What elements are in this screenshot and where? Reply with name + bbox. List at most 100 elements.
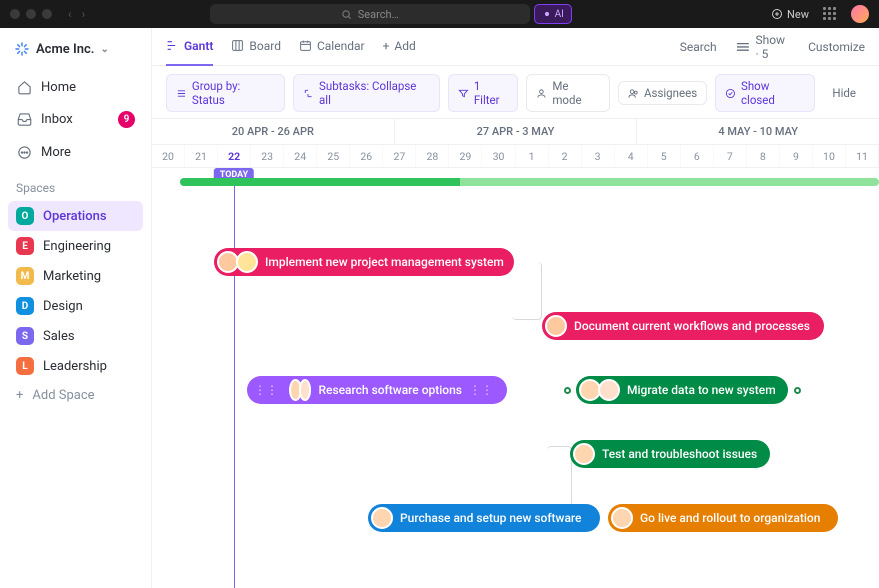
day-cell[interactable]: 3: [582, 145, 615, 167]
space-operations[interactable]: O Operations: [8, 201, 143, 231]
day-cell[interactable]: 29: [449, 145, 482, 167]
avatar-icon: [545, 315, 567, 337]
tab-board[interactable]: Board: [231, 28, 281, 66]
sidebar: Acme Inc. ⌄ Home Inbox 9 More Spaces O O…: [0, 28, 152, 588]
day-cell[interactable]: 26: [350, 145, 383, 167]
avatar-icon: [573, 443, 595, 465]
filter-icon: [458, 88, 469, 99]
dependency-dot[interactable]: [564, 387, 571, 394]
global-search[interactable]: Search… AI: [210, 4, 530, 24]
add-space-button[interactable]: + Add Space: [8, 381, 143, 410]
check-circle-icon: [725, 88, 736, 99]
space-engineering[interactable]: E Engineering: [8, 231, 143, 261]
new-button[interactable]: New: [771, 8, 809, 21]
task-bar-document[interactable]: Document current workflows and processes: [542, 312, 824, 340]
subtask-icon: [303, 88, 314, 99]
people-icon: [628, 88, 639, 99]
main-area: Gantt Board Calendar + Add Search Show: [152, 28, 879, 588]
space-sales[interactable]: S Sales: [8, 321, 143, 351]
day-cell[interactable]: 2: [549, 145, 582, 167]
day-cell[interactable]: 27: [383, 145, 416, 167]
day-cell[interactable]: 24: [284, 145, 317, 167]
tab-calendar[interactable]: Calendar: [299, 28, 365, 66]
spaces-label: Spaces: [16, 181, 135, 195]
window-controls[interactable]: [10, 9, 52, 19]
task-bar-purchase[interactable]: Purchase and setup new software: [368, 504, 600, 532]
day-cell[interactable]: 8: [747, 145, 780, 167]
space-icon: S: [16, 327, 34, 345]
summary-bar[interactable]: [180, 178, 879, 186]
workspace-logo-icon: [14, 41, 30, 57]
ai-button[interactable]: AI: [534, 4, 572, 24]
show-closed-pill[interactable]: Show closed: [715, 74, 815, 112]
search-placeholder: Search…: [358, 8, 399, 21]
user-avatar[interactable]: [851, 5, 869, 23]
tab-gantt[interactable]: Gantt: [166, 28, 213, 66]
space-leadership[interactable]: L Leadership: [8, 351, 143, 381]
dependency-line: [547, 446, 572, 506]
dependency-line: [512, 262, 542, 320]
task-bar-golive[interactable]: Go live and rollout to organization: [608, 504, 838, 532]
day-cell[interactable]: 28: [416, 145, 449, 167]
day-cell[interactable]: 10: [813, 145, 846, 167]
week-header: 27 APR - 3 MAY: [394, 119, 637, 144]
drag-handle-icon[interactable]: ⋮⋮: [254, 383, 278, 397]
space-marketing[interactable]: M Marketing: [8, 261, 143, 291]
day-headers: 20212223242526272829301234567891011: [152, 144, 879, 168]
plus-icon: +: [383, 39, 390, 53]
dependency-dot[interactable]: [794, 387, 801, 394]
task-bar-implement[interactable]: Implement new project management system: [214, 248, 514, 276]
group-by-pill[interactable]: Group by: Status: [166, 74, 285, 112]
day-cell[interactable]: 9: [780, 145, 813, 167]
add-view-button[interactable]: + Add: [383, 28, 416, 66]
sparkle-icon: [542, 9, 552, 19]
plus-icon: +: [16, 388, 23, 403]
day-cell[interactable]: 7: [714, 145, 747, 167]
day-cell[interactable]: 20: [152, 145, 185, 167]
day-cell[interactable]: 25: [317, 145, 350, 167]
week-header: 4 MAY - 10 MAY: [636, 119, 879, 144]
avatar-icon: [371, 507, 393, 529]
search-button[interactable]: Search: [675, 40, 717, 54]
space-design[interactable]: D Design: [8, 291, 143, 321]
task-bar-migrate[interactable]: Migrate data to new system: [576, 376, 788, 404]
subtasks-pill[interactable]: Subtasks: Collapse all: [293, 74, 440, 112]
filter-pill[interactable]: 1 Filter: [448, 74, 519, 112]
day-cell[interactable]: 21: [185, 145, 218, 167]
back-icon[interactable]: ‹: [68, 7, 72, 21]
day-cell[interactable]: 6: [681, 145, 714, 167]
inbox-icon: [16, 112, 32, 128]
drag-handle-icon[interactable]: ⋮⋮: [469, 383, 493, 397]
day-cell[interactable]: 11: [846, 145, 879, 167]
avatar-icon: [299, 379, 312, 401]
timeline: 20 APR - 26 APR 27 APR - 3 MAY 4 MAY - 1…: [152, 118, 879, 588]
hide-button[interactable]: Hide: [823, 82, 865, 104]
day-cell[interactable]: 30: [482, 145, 515, 167]
day-cell[interactable]: 4: [615, 145, 648, 167]
day-cell[interactable]: 1: [516, 145, 549, 167]
assignees-pill[interactable]: Assignees: [618, 81, 707, 105]
day-cell[interactable]: 5: [648, 145, 681, 167]
chevron-down-icon: ⌄: [100, 44, 108, 55]
me-mode-pill[interactable]: Me mode: [526, 74, 610, 112]
history-nav[interactable]: ‹ ›: [68, 7, 85, 21]
customize-button[interactable]: Customize: [803, 40, 865, 54]
show-button[interactable]: Show · 5: [735, 33, 785, 61]
day-cell[interactable]: 23: [251, 145, 284, 167]
nav-more[interactable]: More: [8, 137, 143, 167]
nav-inbox[interactable]: Inbox 9: [8, 104, 143, 135]
plus-circle-icon: [771, 8, 783, 20]
apps-grid-icon[interactable]: [823, 7, 837, 21]
forward-icon[interactable]: ›: [82, 7, 86, 21]
more-icon: [16, 144, 32, 160]
workspace-switcher[interactable]: Acme Inc. ⌄: [8, 36, 143, 62]
gantt-body[interactable]: TODAY Implement new project management s…: [152, 168, 879, 588]
space-icon: L: [16, 357, 34, 375]
avatar-icon: [236, 251, 258, 273]
nav-home[interactable]: Home: [8, 72, 143, 102]
task-bar-test[interactable]: Test and troubleshoot issues: [570, 440, 770, 468]
task-bar-research[interactable]: ⋮⋮ Research software options ⋮⋮: [247, 376, 507, 404]
day-cell[interactable]: 22: [218, 145, 251, 167]
space-icon: E: [16, 237, 34, 255]
workspace-name: Acme Inc.: [36, 42, 94, 57]
